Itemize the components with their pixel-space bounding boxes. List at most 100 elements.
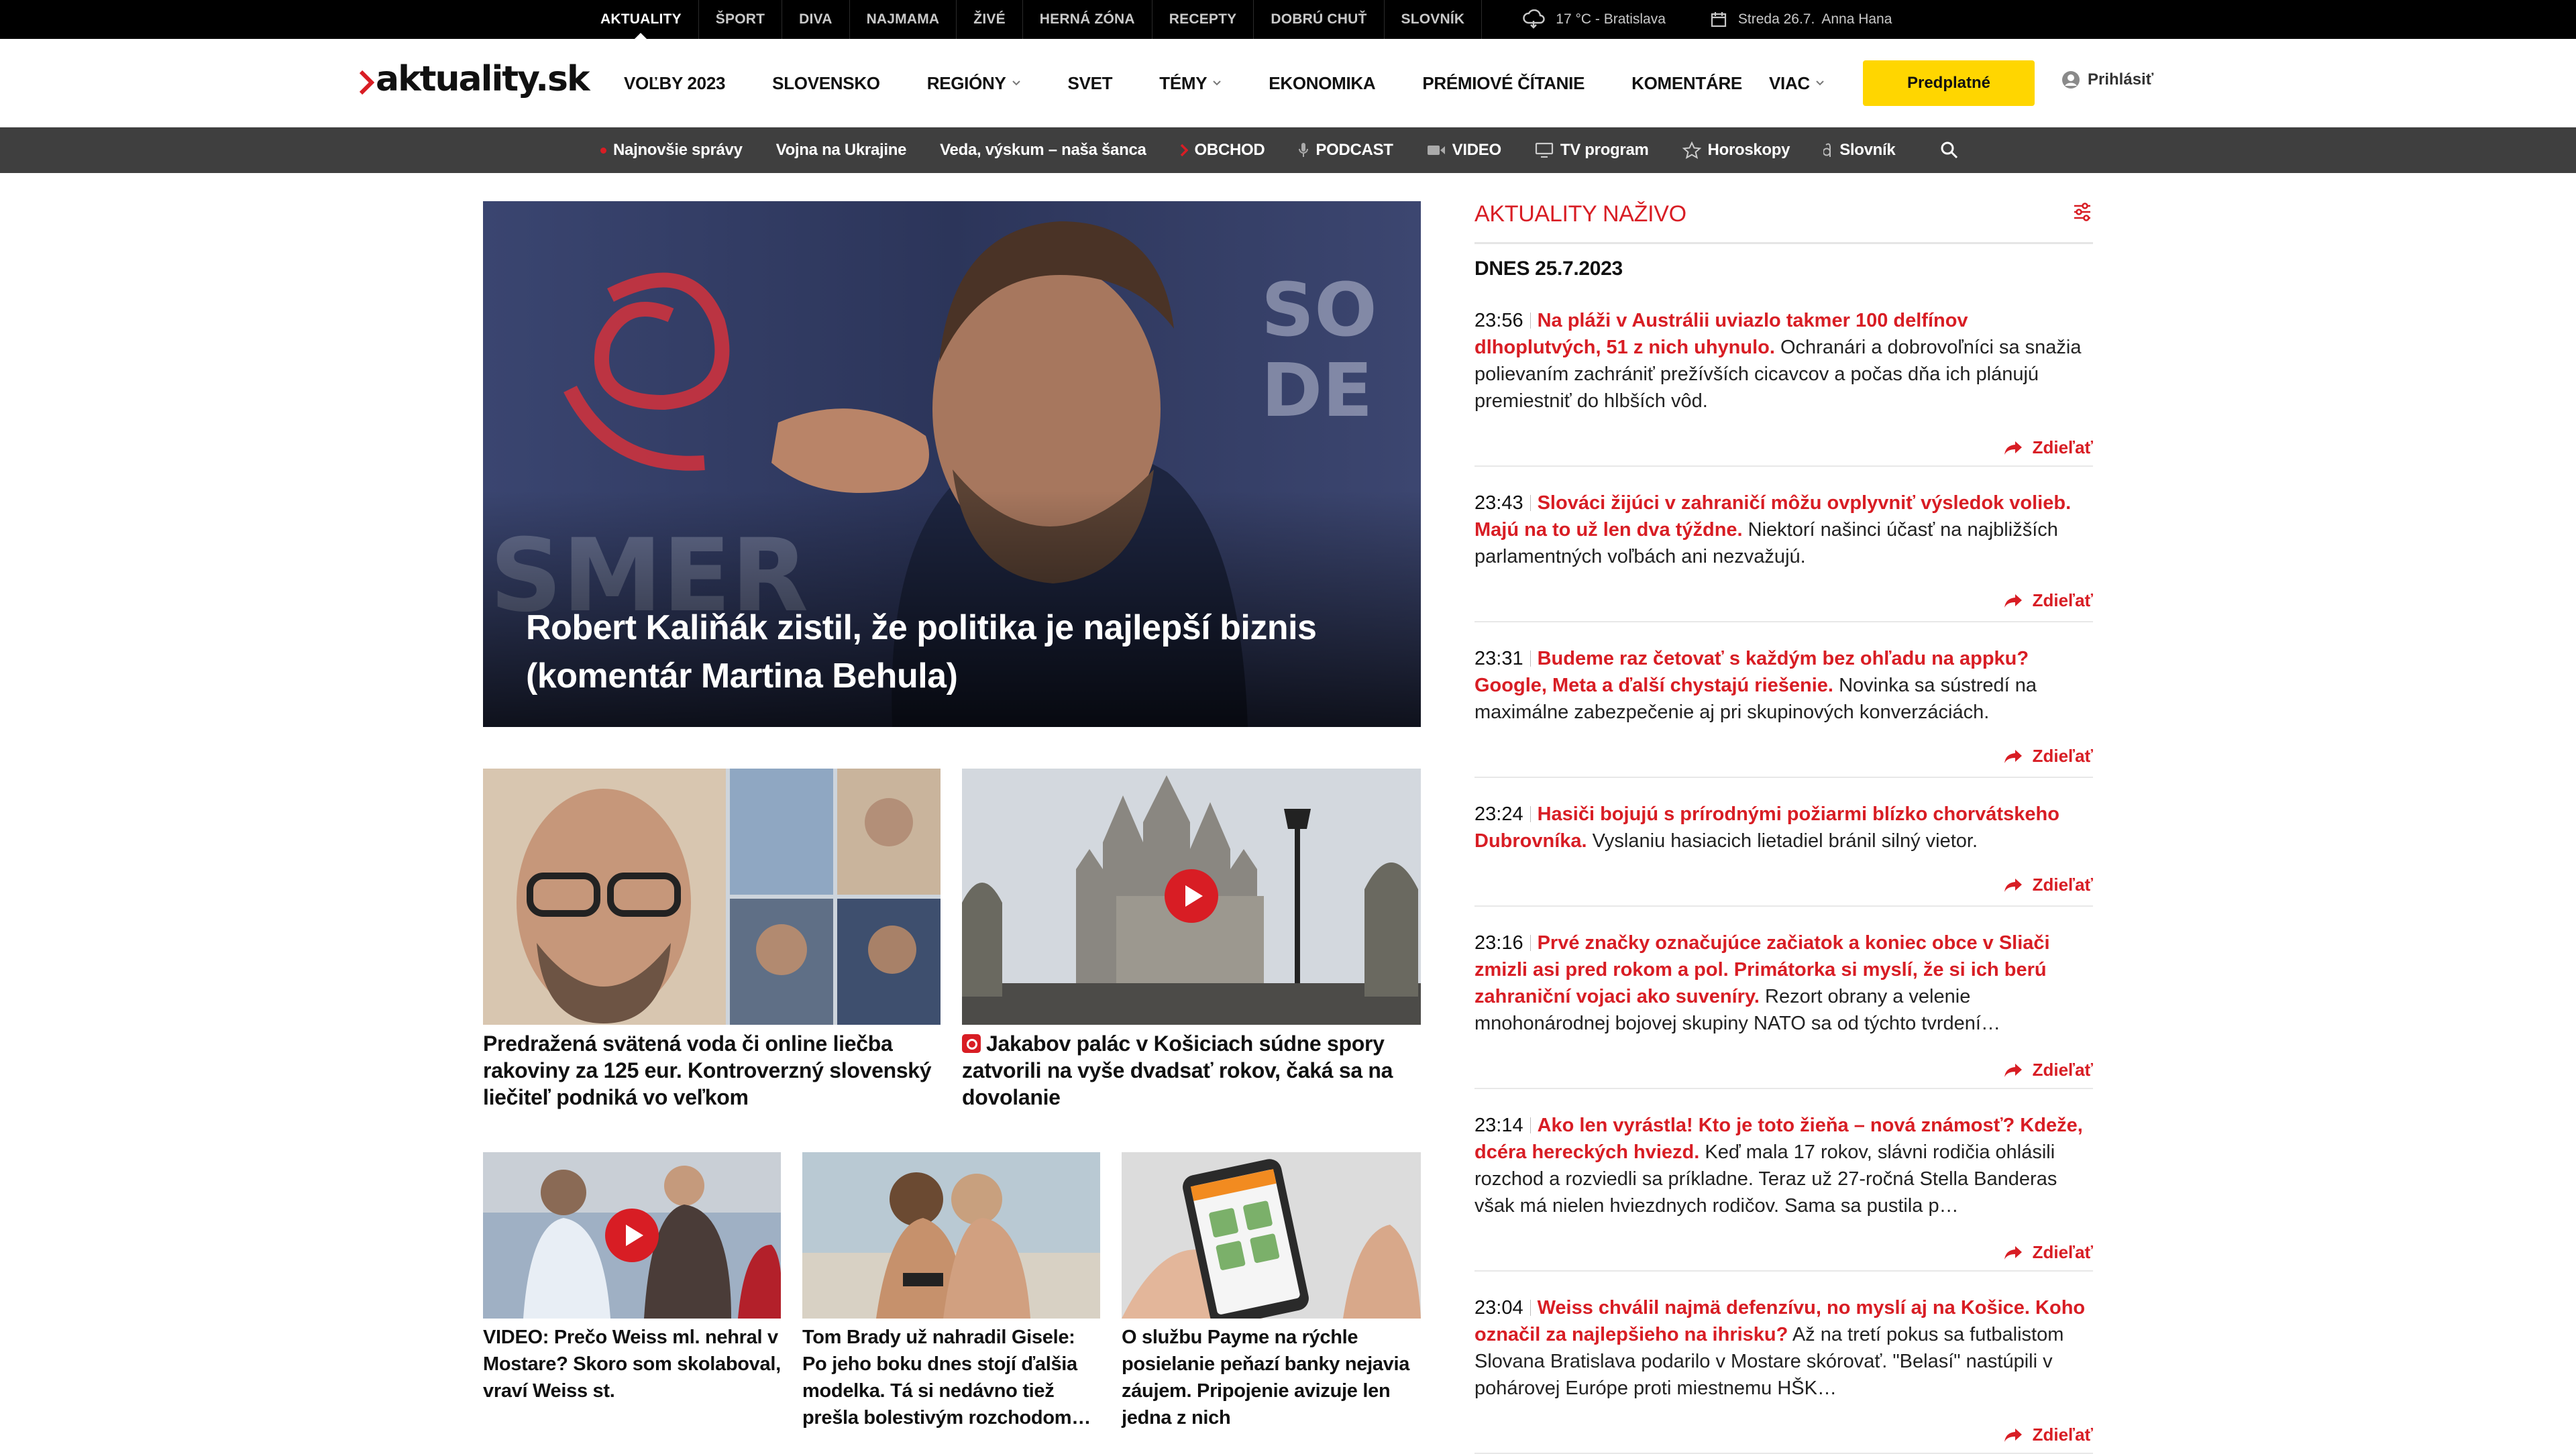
cloud-rain-icon — [1523, 9, 1545, 29]
share-button[interactable]: Zdieľať — [2003, 437, 2093, 458]
nav-volby-2023[interactable]: VOĽBY 2023 — [624, 73, 725, 94]
live-entry-body: 23:24 Hasiči bojujú s prírodnými požiarmi… — [1474, 801, 2093, 854]
hero-title: Robert Kaliňák zistil, že politika je na… — [526, 608, 1317, 695]
live-entry: 23:31 Budeme raz četovať s každým bez ohľ… — [1474, 645, 2093, 778]
nav-viac[interactable]: VIAC — [1769, 73, 1825, 94]
main-header: aktuality.sk VOĽBY 2023 SLOVENSKO REGIÓN… — [0, 39, 2576, 127]
nav-label: SLOVENSKO — [772, 72, 880, 93]
share-button[interactable]: Zdieľať — [2003, 746, 2093, 767]
share-arrow-icon — [2004, 1063, 2022, 1077]
live-entry-time: 23:56 — [1474, 310, 1523, 331]
main-nav: VOĽBY 2023 SLOVENSKO REGIÓNY SVET TÉMY E… — [624, 39, 1872, 127]
topbar-link-diva[interactable]: DIVA — [782, 0, 850, 39]
subnav-label: OBCHOD — [1194, 141, 1265, 159]
chevron-red-icon — [1180, 144, 1188, 157]
share-arrow-icon — [2004, 749, 2022, 763]
login-label: Prihlásiť — [2088, 70, 2154, 89]
nav-label: TÉMY — [1159, 72, 1208, 93]
live-entry: 23:04 Weiss chválil najmä defenzívu, no m… — [1474, 1294, 2093, 1454]
nameday-text: Anna Hana — [1821, 11, 1892, 27]
filter-settings-button[interactable] — [2072, 201, 2093, 226]
subnav-slovnik[interactable]: Slovník — [1823, 141, 1896, 160]
topbar-link-sport[interactable]: ŠPORT — [699, 0, 783, 39]
subnav-tv-program[interactable]: TV program — [1535, 141, 1649, 160]
share-button[interactable]: Zdieľať — [2003, 875, 2093, 895]
red-dot-icon — [600, 147, 606, 154]
article-card[interactable]: Tom Brady už nahradil Gisele: Po jeho bo… — [802, 1152, 1100, 1434]
article-card[interactable]: O službu Payme na rýchle posielanie peňa… — [1122, 1152, 1421, 1434]
play-button-icon[interactable] — [1165, 869, 1218, 923]
subnav-obchod[interactable]: OBCHOD — [1180, 141, 1265, 160]
live-entry-time: 23:43 — [1474, 492, 1523, 514]
topbar-link-slovnik[interactable]: SLOVNÍK — [1385, 0, 1483, 39]
subnav-label: Najnovšie správy — [613, 141, 743, 159]
live-entry-body: 23:16 Prvé značky označujúce začiatok a k… — [1474, 930, 2093, 1037]
subnav-veda-vyskum[interactable]: Veda, výskum – naša šanca — [940, 141, 1146, 160]
play-button-icon[interactable] — [605, 1209, 659, 1262]
topbar-link-aktuality[interactable]: AKTUALITY — [584, 0, 699, 39]
site-logo[interactable]: aktuality.sk — [360, 59, 590, 99]
share-button[interactable]: Zdieľať — [2003, 1060, 2093, 1080]
nav-komentare[interactable]: KOMENTÁRE — [1631, 73, 1742, 94]
nav-ekonomika[interactable]: EKONOMIKA — [1269, 73, 1375, 94]
time-separator — [1529, 313, 1531, 329]
subnav-najnovsie-spravy[interactable]: Najnovšie správy — [600, 141, 743, 160]
nav-premiove-citanie[interactable]: PRÉMIOVÉ ČÍTANIE — [1422, 73, 1585, 94]
live-feed-header: AKTUALITY NAŽIVO — [1474, 201, 2093, 244]
nav-label: SVET — [1067, 72, 1113, 93]
share-label: Zdieľať — [2032, 590, 2093, 610]
video-camera-icon — [1427, 144, 1446, 156]
share-button[interactable]: Zdieľať — [2003, 1242, 2093, 1263]
live-entry: 23:14 Ako len vyrástla! Kto je toto žieňa… — [1474, 1112, 2093, 1272]
secondary-nav: Najnovšie správy Vojna na Ukrajine Veda,… — [0, 127, 2576, 173]
article-card[interactable]: Predražená svätená voda či online liečba… — [483, 769, 941, 1117]
live-feed: AKTUALITY NAŽIVO DNES 25.7.2023 23:56 Na … — [1474, 201, 2093, 1454]
subnav-video[interactable]: VIDEO — [1427, 141, 1501, 160]
live-entry-time: 23:14 — [1474, 1115, 1523, 1136]
share-button[interactable]: Zdieľať — [2003, 590, 2093, 611]
nav-label: EKONOMIKA — [1269, 72, 1376, 93]
subnav-label: Horoskopy — [1707, 141, 1790, 159]
nav-label: KOMENTÁRE — [1631, 72, 1742, 93]
topbar-link-zive[interactable]: ŽIVÉ — [957, 0, 1023, 39]
article-card[interactable]: Jakabov palác v Košiciach súdne spory za… — [962, 769, 1421, 1117]
live-feed-title[interactable]: AKTUALITY NAŽIVO — [1474, 201, 1686, 227]
nav-label: PRÉMIOVÉ ČÍTANIE — [1422, 72, 1585, 93]
subnav-horoskopy[interactable]: Horoskopy — [1682, 141, 1790, 160]
subnav-label: TV program — [1560, 141, 1649, 159]
subnav-label: VIDEO — [1452, 141, 1501, 159]
nav-temy[interactable]: TÉMY — [1159, 73, 1222, 94]
live-entry-body: 23:04 Weiss chválil najmä defenzívu, no m… — [1474, 1294, 2093, 1402]
live-entry-time: 23:31 — [1474, 648, 1523, 669]
live-feed-date: DNES 25.7.2023 — [1474, 258, 1623, 280]
share-arrow-icon — [2004, 878, 2022, 892]
topbar-link-recepty[interactable]: RECEPTY — [1152, 0, 1254, 39]
nav-slovensko[interactable]: SLOVENSKO — [772, 73, 880, 94]
topbar-link-dobru-chut[interactable]: DOBRÚ CHUŤ — [1254, 0, 1385, 39]
search-icon — [1941, 142, 1958, 159]
article-thumbnail — [962, 769, 1421, 1025]
subnav-vojna-na-ukrajine[interactable]: Vojna na Ukrajine — [776, 141, 907, 160]
search-button[interactable] — [1940, 141, 1959, 163]
logo-text: aktuality.sk — [376, 59, 590, 99]
nav-regiony[interactable]: REGIÓNY — [927, 73, 1021, 94]
article-thumbnail — [483, 769, 941, 1025]
article-card[interactable]: VIDEO: Prečo Weiss ml. nehral v Mostare?… — [483, 1152, 781, 1434]
nav-svet[interactable]: SVET — [1068, 73, 1113, 94]
subnav-label: PODCAST — [1316, 141, 1393, 159]
article-title-text: Jakabov palác v Košiciach súdne spory za… — [962, 1031, 1393, 1109]
hero-article[interactable]: SMER SO DE Robert Kaliňák zistil, že pol… — [483, 201, 1421, 727]
subscribe-button[interactable]: Predplatné — [1863, 60, 2035, 106]
chevron-down-icon — [1816, 80, 1824, 86]
article-title: Tom Brady už nahradil Gisele: Po jeho bo… — [802, 1327, 1091, 1429]
topbar-link-herna-zona[interactable]: HERNÁ ZÓNA — [1023, 0, 1152, 39]
login-button[interactable]: Prihlásiť — [2061, 70, 2153, 90]
subnav-podcast[interactable]: PODCAST — [1298, 141, 1393, 160]
share-arrow-icon — [2004, 441, 2022, 455]
topbar-link-najmama[interactable]: NAJMAMA — [850, 0, 957, 39]
share-label: Zdieľať — [2032, 1060, 2093, 1080]
live-entry-body: 23:31 Budeme raz četovať s každým bez ohľ… — [1474, 645, 2093, 726]
live-entry-body: 23:14 Ako len vyrástla! Kto je toto žieňa… — [1474, 1112, 2093, 1219]
share-button[interactable]: Zdieľať — [2003, 1424, 2093, 1445]
weather-widget[interactable]: 17 °C - Bratislava — [1482, 0, 1684, 39]
